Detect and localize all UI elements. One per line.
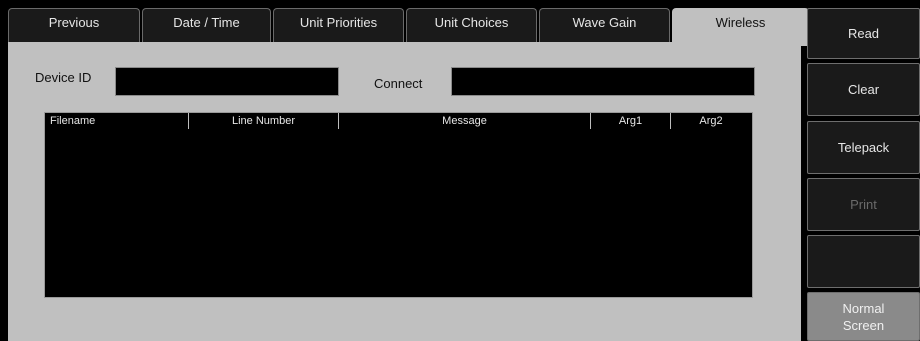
- read-button[interactable]: Read: [807, 8, 920, 59]
- device-id-label: Device ID: [35, 70, 92, 85]
- normal-screen-label: Normal Screen: [843, 300, 885, 334]
- log-table[interactable]: Filename Line Number Message Arg1 Arg2: [44, 112, 753, 298]
- column-header-filename: Filename: [45, 113, 189, 129]
- device-id-field[interactable]: [115, 67, 339, 96]
- tab-previous[interactable]: Previous: [8, 8, 140, 44]
- column-header-message: Message: [339, 113, 591, 129]
- wireless-screen: Previous Date / Time Unit Priorities Uni…: [0, 0, 920, 341]
- clear-button[interactable]: Clear: [807, 63, 920, 116]
- normal-screen-line1: Normal: [842, 300, 885, 316]
- column-header-arg1: Arg1: [591, 113, 671, 129]
- tab-unit-choices[interactable]: Unit Choices: [406, 8, 537, 44]
- tab-wireless[interactable]: Wireless: [672, 8, 809, 46]
- normal-screen-line2: Screen: [842, 317, 885, 333]
- connect-field[interactable]: [451, 67, 755, 96]
- column-header-arg2: Arg2: [699, 115, 723, 127]
- log-table-body: [45, 129, 752, 297]
- tab-date-time[interactable]: Date / Time: [142, 8, 271, 44]
- tab-bar: Previous Date / Time Unit Priorities Uni…: [8, 8, 809, 46]
- tab-wave-gain[interactable]: Wave Gain: [539, 8, 670, 44]
- log-table-header: Filename Line Number Message Arg1 Arg2: [45, 113, 752, 129]
- print-button: Print: [807, 178, 920, 231]
- tab-unit-priorities[interactable]: Unit Priorities: [273, 8, 404, 44]
- normal-screen-button[interactable]: Normal Screen: [807, 292, 920, 341]
- connect-label: Connect: [374, 76, 423, 91]
- side-button-column: Read Clear Telepack Print Normal Screen: [807, 0, 920, 341]
- wireless-panel: Device ID Connect Filename Line Number M…: [8, 42, 801, 341]
- telepack-button[interactable]: Telepack: [807, 121, 920, 174]
- column-header-line-number: Line Number: [189, 113, 339, 129]
- blank-button[interactable]: [807, 235, 920, 288]
